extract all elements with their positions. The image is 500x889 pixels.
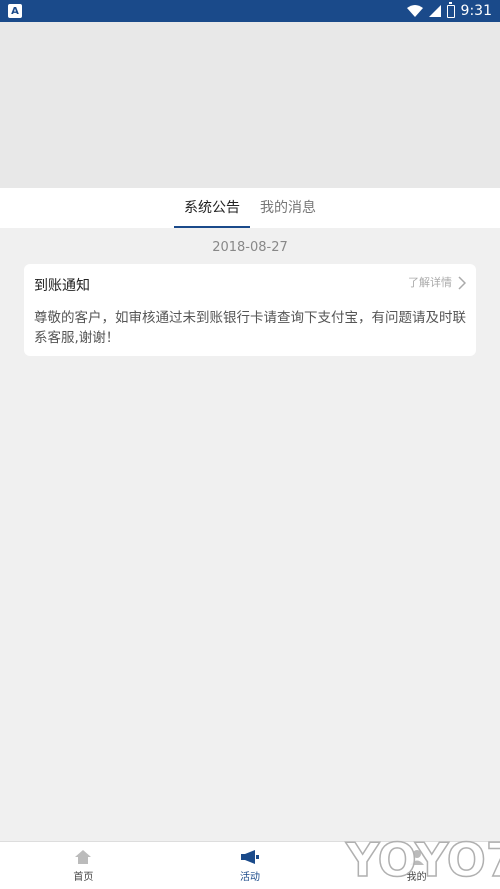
status-bar: A 9:31 — [0, 0, 500, 22]
banner-placeholder — [0, 22, 500, 188]
app-notification-icon: A — [8, 4, 22, 18]
home-icon — [75, 849, 92, 864]
nav-activity[interactable]: 活动 — [167, 842, 334, 889]
watermark-text: YOYO7 — [345, 833, 500, 887]
wifi-icon — [406, 5, 423, 17]
nav-home-label: 首页 — [73, 871, 94, 883]
watermark-logo: YOYO7 — [344, 832, 500, 888]
tab-my-messages[interactable]: 我的消息 — [250, 188, 326, 228]
notice-body: 尊敬的客户，如审核通过未到账银行卡请查询下支付宝，有问题请及时联系客服,谢谢！ — [34, 310, 466, 346]
tab-bar: 系统公告 我的消息 — [0, 188, 500, 228]
nav-home[interactable]: 首页 — [0, 842, 167, 889]
notice-more-label: 了解详情 — [408, 276, 452, 289]
notice-card[interactable]: 到账通知 了解详情 尊敬的客户，如审核通过未到账银行卡请查询下支付宝，有问题请及… — [24, 264, 476, 356]
chevron-right-icon — [458, 276, 466, 290]
battery-icon — [446, 1, 455, 18]
tab-system-notice[interactable]: 系统公告 — [174, 188, 250, 228]
status-left: A — [8, 4, 22, 18]
notice-more-link[interactable]: 了解详情 — [408, 276, 466, 290]
signal-icon — [428, 5, 441, 17]
status-time: 9:31 — [460, 3, 492, 19]
status-right: 9:31 — [406, 1, 492, 19]
megaphone-icon — [241, 849, 259, 864]
notice-card-header: 到账通知 了解详情 — [34, 276, 466, 296]
notice-date: 2018-08-27 — [212, 240, 288, 255]
notice-title: 到账通知 — [34, 278, 90, 294]
nav-activity-label: 活动 — [240, 871, 260, 883]
